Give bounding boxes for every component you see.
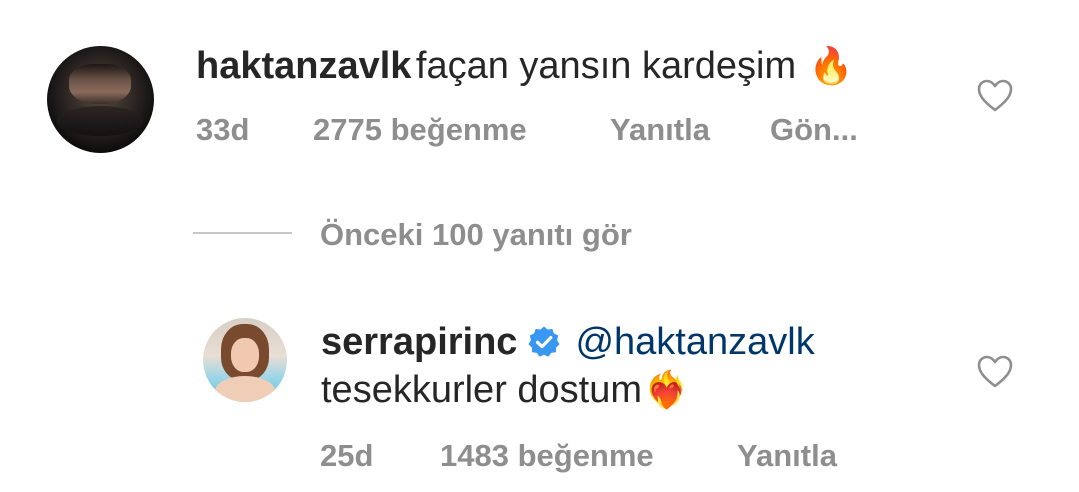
verified-badge-icon [527, 325, 561, 359]
comment-likes[interactable]: 2775 beğenme [313, 112, 527, 148]
fire-emoji: 🔥 [808, 45, 854, 86]
heart-outline-icon[interactable] [975, 352, 1015, 392]
view-previous-replies-button[interactable]: Önceki 100 yanıtı gör [320, 217, 632, 253]
comment-reply-button[interactable]: Yanıtla [610, 112, 710, 148]
heart-on-fire-emoji: ❤️‍🔥 [644, 369, 689, 410]
avatar-photo-reflection [57, 106, 143, 136]
replies-divider [193, 232, 292, 234]
avatar-photo-face [231, 338, 259, 372]
comment-text: façan yansın kardeşim [415, 45, 797, 87]
reply-mention-link[interactable]: @haktanzavlk [575, 320, 814, 364]
reply-username[interactable]: serrapirinc [321, 320, 517, 364]
heart-outline-icon[interactable] [975, 76, 1015, 116]
comment-line: haktanzavlk façan yansın kardeşim 🔥 [196, 44, 853, 88]
comment-translate-button[interactable]: Gön... [770, 112, 858, 148]
comment-time: 33d [196, 112, 250, 147]
avatar-haktanzavlk[interactable] [47, 46, 154, 153]
comment-username[interactable]: haktanzavlk [196, 45, 411, 87]
reply-text-line: tesekkurler dostum❤️‍🔥 [321, 368, 689, 412]
reply-time: 25d [320, 438, 374, 473]
reply-likes[interactable]: 1483 beğenme [440, 438, 654, 474]
avatar-serrapirinc[interactable] [203, 318, 287, 402]
reply-text: tesekkurler dostum [321, 369, 643, 411]
avatar-photo [69, 64, 131, 104]
avatar-photo-shoulders [215, 376, 275, 402]
reply-header: serrapirinc @haktanzavlk [321, 320, 815, 364]
reply-reply-button[interactable]: Yanıtla [737, 438, 837, 474]
